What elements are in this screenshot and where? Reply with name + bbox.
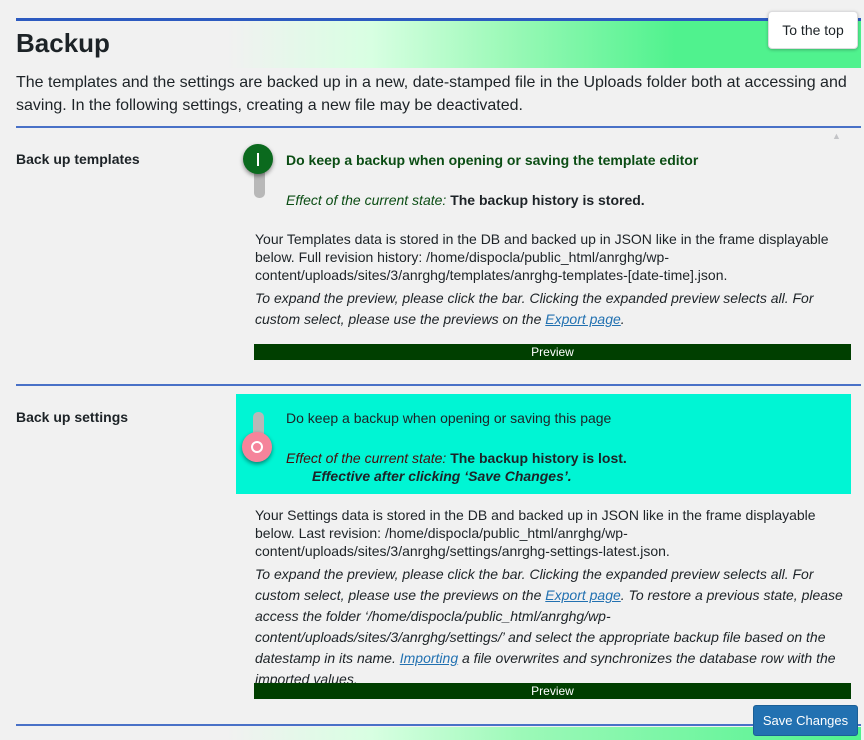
settings-backup-toggle[interactable]: [237, 410, 277, 470]
templates-option-label: Do keep a backup when opening or saving …: [286, 152, 699, 168]
settings-description: Your Settings data is stored in the DB a…: [255, 507, 816, 559]
row-label-settings: Back up settings: [16, 409, 129, 425]
save-changes-button[interactable]: Save Changes: [753, 705, 858, 736]
settings-option-label: Do keep a backup when opening or saving …: [286, 410, 612, 426]
caret-up-icon: ▲: [832, 131, 841, 141]
templates-backup-toggle[interactable]: [238, 144, 278, 204]
toggle-on-icon: [243, 144, 273, 174]
settings-preview-bar[interactable]: Preview: [254, 683, 851, 699]
hint-text: .: [620, 311, 625, 327]
importing-link[interactable]: Importing: [400, 650, 458, 666]
divider: [16, 126, 861, 128]
divider: [16, 384, 861, 386]
to-the-top-button[interactable]: To the top: [768, 11, 858, 49]
toggle-off-icon: [242, 432, 272, 462]
settings-effect-note: Effective after clicking ‘Save Changes’.: [312, 468, 572, 484]
hint-text: To expand the preview, please click the …: [255, 290, 814, 327]
export-page-link[interactable]: Export page: [545, 311, 621, 327]
effect-lead: Effect of the current state:: [286, 192, 451, 208]
templates-description: Your Templates data is stored in the DB …: [255, 231, 829, 283]
effect-lead: Effect of the current state:: [286, 450, 451, 466]
effect-value: The backup history is stored.: [450, 192, 645, 208]
divider: [16, 724, 861, 726]
settings-preview-hint: To expand the preview, please click the …: [255, 564, 851, 690]
row-label-templates: Back up templates: [16, 151, 140, 167]
section-intro: The templates and the settings are backe…: [16, 74, 847, 114]
footer-gradient-band: [16, 727, 861, 740]
export-page-link[interactable]: Export page: [545, 587, 621, 603]
templates-preview-hint: To expand the preview, please click the …: [255, 288, 851, 330]
templates-effect: Effect of the current state: The backup …: [286, 192, 645, 208]
settings-effect: Effect of the current state: The backup …: [286, 450, 627, 466]
effect-value: The backup history is lost.: [450, 450, 627, 466]
templates-preview-bar[interactable]: Preview: [254, 344, 851, 360]
page-title: Backup: [16, 28, 110, 58]
header-gradient-band: [16, 21, 861, 68]
